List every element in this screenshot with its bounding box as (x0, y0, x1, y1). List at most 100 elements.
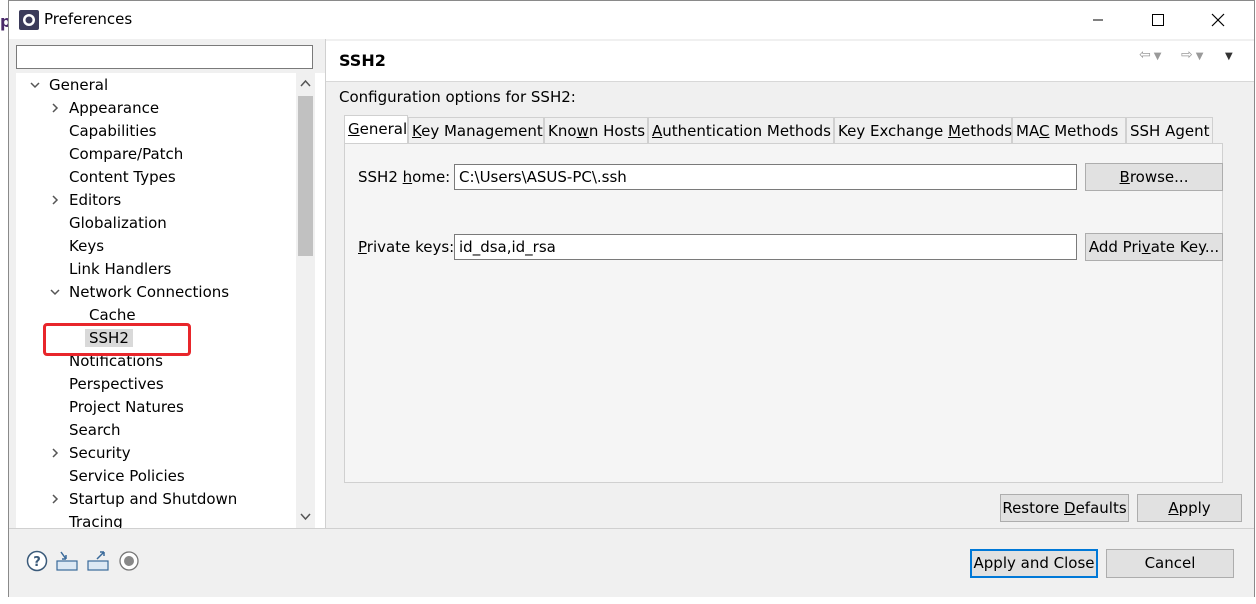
tab-general[interactable]: General (344, 115, 408, 144)
tree-item-label: Keys (69, 237, 105, 255)
import-icon[interactable] (56, 550, 78, 572)
cancel-button[interactable]: Cancel (1106, 549, 1234, 578)
svg-text:?: ? (33, 555, 41, 570)
tab-label-part: MA (1016, 122, 1039, 140)
chevron-right-icon[interactable] (49, 493, 61, 505)
back-nav[interactable]: ⇦ ▼ (1139, 47, 1161, 63)
tree-item-globalization[interactable]: Globalization (69, 212, 167, 235)
tab-key-management[interactable]: Key Management (408, 117, 544, 143)
tab-content-general (344, 143, 1223, 483)
apply-button[interactable]: Apply (1137, 494, 1242, 522)
page-header (326, 41, 1254, 82)
add-private-key-button[interactable]: Add Private Key... (1085, 233, 1223, 261)
tab-key-exchange-methods[interactable]: Key Exchange Methods (834, 117, 1012, 143)
tab-label-part: G (348, 120, 360, 138)
eclipse-app-icon (19, 10, 39, 30)
back-arrow-icon[interactable]: ⇦ (1139, 47, 1151, 63)
title-bar: Preferences (9, 1, 1254, 39)
forward-arrow-icon[interactable]: ⇨ (1181, 47, 1193, 63)
tree-item-label: Content Types (69, 168, 176, 186)
ssh-home-label: SSH2 home: (358, 168, 451, 186)
tree-item-editors[interactable]: Editors (52, 189, 122, 212)
tree-item-label: Project Natures (69, 398, 184, 416)
tree-item-label: Compare/Patch (69, 145, 184, 163)
close-button[interactable] (1195, 1, 1241, 39)
scrollbar-thumb[interactable] (298, 96, 313, 256)
tab-label-part: M (948, 122, 961, 140)
tree-item-capabilities[interactable]: Capabilities (69, 120, 157, 143)
page-title: SSH2 (339, 51, 386, 70)
tree-item-startup-and-shutdown[interactable]: Startup and Shutdown (52, 488, 238, 511)
tab-authentication-methods[interactable]: Authentication Methods (648, 117, 834, 143)
tree-item-security[interactable]: Security (52, 442, 131, 465)
export-icon[interactable] (87, 550, 109, 572)
tree-item-general[interactable]: General (30, 74, 109, 97)
tab-label-part: Kno (548, 122, 577, 140)
chevron-down-icon[interactable] (29, 79, 41, 91)
tree-item-label: Editors (69, 191, 122, 209)
tree-item-label: Service Policies (69, 467, 185, 485)
tree-item-network-connections[interactable]: Network Connections (50, 281, 230, 304)
chevron-down-icon[interactable] (49, 286, 61, 298)
tree-item-label: General (49, 76, 109, 94)
ssh-home-input[interactable]: C:\Users\ASUS-PC\.ssh (454, 164, 1077, 190)
tree-item-link-handlers[interactable]: Link Handlers (69, 258, 171, 281)
tab-mac-methods[interactable]: MAC Methods (1012, 117, 1126, 143)
preferences-tree: General Appearance Capabilities Compare/Pat… (16, 73, 325, 528)
pane-separator (325, 39, 326, 528)
window-title: Preferences (44, 10, 133, 28)
chevron-right-icon[interactable] (49, 447, 61, 459)
forward-menu-icon[interactable]: ▼ (1196, 51, 1204, 62)
tab-label-part: ethods (960, 122, 1013, 140)
tree-item-service-policies[interactable]: Service Policies (69, 465, 185, 488)
tree-item-label: Globalization (69, 214, 167, 232)
tab-label-part: eneral (359, 120, 408, 138)
restore-defaults-button[interactable]: Restore Defaults (1000, 494, 1129, 522)
record-icon[interactable] (118, 550, 140, 572)
maximize-icon (1152, 14, 1164, 26)
page-description: Configuration options for SSH2: (339, 88, 576, 106)
tree-item-label: Appearance (69, 99, 160, 117)
tree-item-content-types[interactable]: Content Types (69, 166, 176, 189)
tree-item-label: Link Handlers (69, 260, 172, 278)
tab-label-part: n Hosts (588, 122, 646, 140)
tree-item-project-natures[interactable]: Project Natures (69, 396, 184, 419)
tree-item-label: Startup and Shutdown (69, 490, 238, 508)
forward-nav[interactable]: ⇨ ▼ (1181, 47, 1203, 63)
tree-item-search[interactable]: Search (69, 419, 121, 442)
filter-input[interactable] (16, 45, 313, 69)
tab-known-hosts[interactable]: Known Hosts (544, 117, 648, 143)
chevron-right-icon[interactable] (49, 102, 61, 114)
tree-item-compare-patch[interactable]: Compare/Patch (69, 143, 183, 166)
scroll-up-icon[interactable] (300, 79, 311, 87)
private-keys-input[interactable]: id_dsa,id_rsa (454, 234, 1077, 260)
browse-button[interactable]: Browse... (1085, 163, 1223, 191)
tab-label-part: uthentication Methods (662, 122, 831, 140)
tree-item-perspectives[interactable]: Perspectives (69, 373, 164, 396)
preferences-window: Preferences General Appearance Capabilitie… (8, 0, 1255, 597)
chevron-right-icon[interactable] (49, 194, 61, 206)
tab-label-part: ey Management (421, 122, 543, 140)
back-menu-icon[interactable]: ▼ (1154, 51, 1162, 62)
tree-item-label: Security (69, 444, 131, 462)
minimize-icon (1093, 19, 1103, 21)
close-icon (1211, 13, 1225, 27)
scroll-down-icon[interactable] (300, 513, 311, 521)
tree-item-label: Capabilities (69, 122, 157, 140)
tree-item-tracing[interactable]: Tracing (69, 511, 123, 528)
tab-label-part: Key Exchange (838, 122, 949, 140)
maximize-button[interactable] (1135, 1, 1181, 39)
view-menu-icon[interactable]: ▼ (1225, 51, 1233, 62)
tree-item-appearance[interactable]: Appearance (52, 97, 160, 120)
tree-item-label: Network Connections (69, 283, 230, 301)
tab-ssh-agent[interactable]: SSH Agent (1126, 117, 1213, 143)
tab-label-part: K (412, 122, 422, 140)
tree-item-label: Search (69, 421, 121, 439)
minimize-button[interactable] (1075, 1, 1121, 39)
tree-item-label: Tracing (69, 513, 123, 528)
tab-label-part: C (1038, 122, 1050, 140)
tab-label-part: SSH Agent (1130, 122, 1210, 140)
tree-item-keys[interactable]: Keys (69, 235, 104, 258)
apply-and-close-button[interactable]: Apply and Close (970, 549, 1098, 578)
help-icon[interactable]: ? (26, 550, 48, 572)
